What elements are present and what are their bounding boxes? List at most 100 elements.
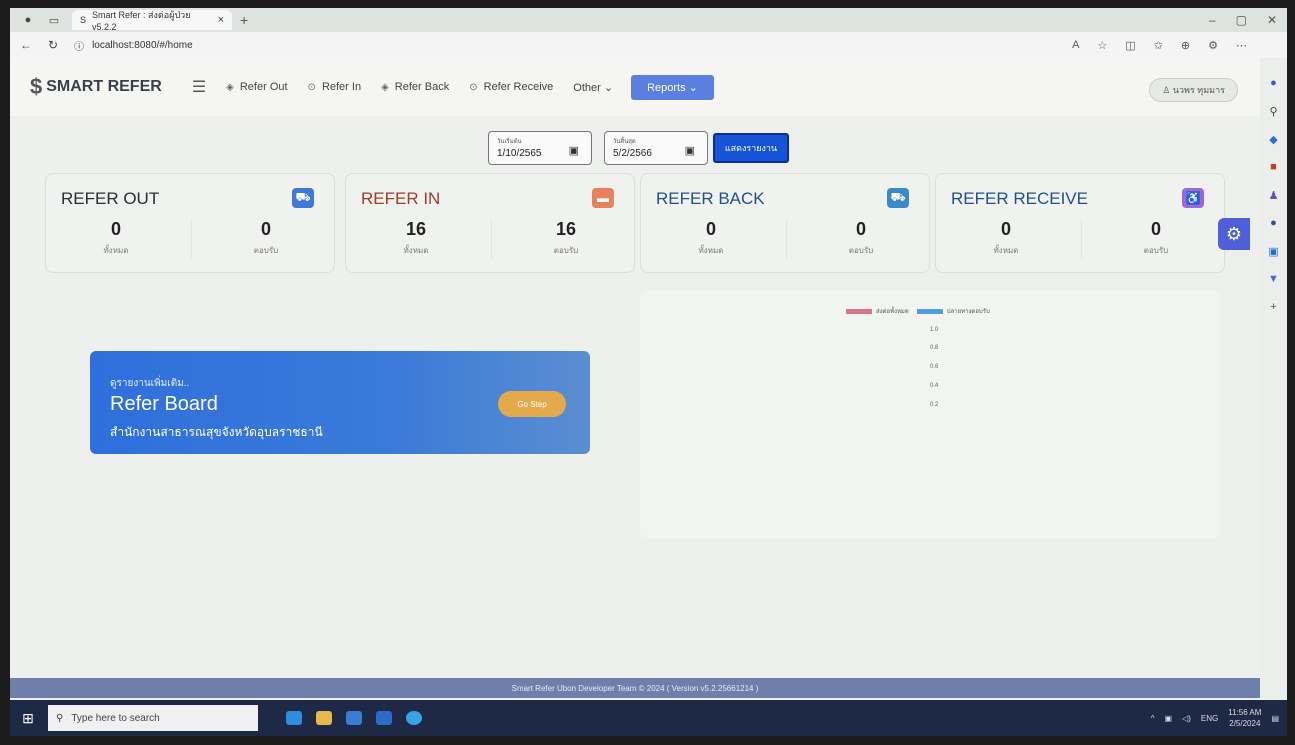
chevron-up-icon[interactable]: ^ [1151, 714, 1155, 723]
extensions-icon[interactable]: ⚙ [1208, 39, 1218, 52]
games-icon[interactable]: ♟ [1267, 188, 1281, 202]
back-icon[interactable]: ← [20, 38, 32, 52]
card-accepted: 0 [260, 219, 271, 239]
collections-icon[interactable]: ⊕ [1181, 39, 1190, 52]
profile-icon[interactable]: ● [20, 12, 36, 28]
card-total: 0 [1000, 219, 1011, 239]
nav-refer-back[interactable]: ◈ Refer Back [381, 81, 449, 93]
card-accepted: 16 [555, 219, 577, 239]
wheelchair-icon: ♿ [1182, 188, 1204, 208]
tab-close-icon[interactable]: × [218, 14, 224, 26]
nav-refer-receive[interactable]: ⊙ Refer Receive [469, 81, 553, 93]
tag-icon[interactable]: ◆ [1267, 132, 1281, 146]
bell-icon[interactable]: ● [1267, 76, 1281, 90]
card-title: REFER OUT [61, 189, 160, 208]
download-icon[interactable]: ▼ [1267, 272, 1281, 286]
card-refer-out[interactable]: REFER OUT ⛟ 0 ทั้งหมด 0 ตอบรับ [45, 173, 335, 273]
card-title: REFER RECEIVE [951, 189, 1088, 208]
card-title: REFER IN [361, 189, 441, 208]
add-icon[interactable]: + [1267, 300, 1281, 314]
calendar-icon[interactable]: ▣ [569, 144, 579, 157]
user-menu[interactable]: ♙ นวพร ทุมมาร [1149, 78, 1238, 102]
close-window-button[interactable]: ✕ [1267, 13, 1277, 27]
brand-logo[interactable]: $ SMART REFER [30, 74, 162, 100]
refresh-icon[interactable]: ↻ [48, 38, 58, 52]
go-step-button[interactable]: Go Step [498, 391, 566, 417]
minimize-button[interactable]: – [1209, 13, 1216, 27]
browser-sidebar: ● ⚲ ◆ ■ ♟ ● ▣ ▼ + [1260, 58, 1287, 698]
card-refer-in[interactable]: REFER IN ▬ 16 ทั้งหมด 16 ตอบรับ [345, 173, 635, 273]
calendar-icon[interactable]: ▣ [685, 144, 695, 157]
card-total: 0 [705, 219, 716, 239]
card-total: 0 [110, 219, 121, 239]
clock-time: 11:56 AM [1228, 708, 1262, 717]
network-icon[interactable]: ▣ [1164, 714, 1172, 723]
system-tray: ^ ▣ ◁) ENG 11:56 AM 2/5/2024 ▤ [1151, 707, 1287, 729]
favorite-star-icon[interactable]: ☆ [1097, 39, 1107, 52]
edge-icon[interactable] [286, 711, 302, 725]
window-controls: – ▢ ✕ [1209, 13, 1287, 27]
office-icon[interactable]: ● [1267, 216, 1281, 230]
search-icon[interactable]: ⚲ [1267, 104, 1281, 118]
briefcase-icon[interactable]: ■ [1267, 160, 1281, 174]
circle-arrow-icon: ⊙ [307, 81, 316, 93]
start-date-field[interactable]: วันเริ่มต้น 1/10/2565 ▣ [488, 131, 592, 165]
mail-icon[interactable] [376, 711, 392, 725]
browser-tab-bar: ● ▭ S Smart Refer : ส่งต่อผู้ป่วย v5.2.2… [10, 8, 1287, 32]
nav-label: Refer Receive [483, 81, 554, 93]
reports-dropdown-button[interactable]: Reports ⌄ [631, 74, 714, 100]
favorites-icon[interactable]: ✩ [1154, 39, 1163, 52]
app-footer: Smart Refer Ubon Developer Team © 2024 (… [10, 678, 1260, 698]
nav-refer-out[interactable]: ◈ Refer Out [226, 81, 287, 93]
browser-tab[interactable]: S Smart Refer : ส่งต่อผู้ป่วย v5.2.2 × [72, 10, 232, 32]
nav-refer-in[interactable]: ⊙ Refer In [308, 81, 362, 93]
url-field[interactable]: ⓘ localhost:8080/#/home [74, 38, 193, 53]
user-name: นวพร ทุมมาร [1172, 85, 1225, 95]
card-total-label: ทั้งหมด [993, 246, 1019, 255]
card-total-label: ทั้งหมด [403, 246, 429, 255]
outlook-icon[interactable]: ▣ [1267, 244, 1281, 258]
app-header: $ SMART REFER ☰ ◈ Refer Out ⊙ Refer In ◈… [10, 58, 1260, 116]
show-report-button[interactable]: แสดงรายงาน [713, 133, 789, 163]
y-tick-label: 0.6 [930, 364, 939, 370]
search-icon: ⚲ [56, 712, 64, 724]
card-divider [1081, 219, 1082, 259]
taskbar-apps [286, 711, 422, 725]
card-accepted-label: ตอบรับ [1143, 246, 1169, 255]
nav-label: Refer Out [239, 81, 288, 93]
new-tab-button[interactable]: + [240, 12, 248, 28]
file-explorer-icon[interactable] [316, 711, 332, 725]
legend-swatch-accepted [916, 308, 943, 314]
card-refer-back[interactable]: REFER BACK ⛟ 0 ทั้งหมด 0 ตอบรับ [640, 173, 930, 273]
language-indicator[interactable]: ENG [1201, 714, 1218, 723]
end-date-field[interactable]: วันสิ้นสุด 5/2/2566 ▣ [604, 131, 708, 165]
restore-button[interactable]: ▢ [1236, 13, 1247, 27]
more-menu-icon[interactable]: ⋯ [1236, 39, 1247, 52]
store-icon[interactable] [346, 711, 362, 725]
windows-start-icon[interactable]: ⊞ [10, 710, 46, 727]
read-aloud-icon[interactable]: A [1072, 39, 1079, 52]
hamburger-menu-icon[interactable]: ☰ [192, 77, 206, 97]
edge-dev-icon[interactable] [406, 711, 422, 725]
nav-label: Other ⌄ [573, 81, 614, 94]
card-refer-receive[interactable]: REFER RECEIVE ♿ 0 ทั้งหมด 0 ตอบรับ [935, 173, 1225, 273]
card-total-label: ทั้งหมด [698, 246, 724, 255]
card-accepted-label: ตอบรับ [553, 246, 579, 255]
info-icon[interactable]: ⓘ [74, 38, 84, 53]
speaker-icon[interactable]: ◁) [1182, 714, 1191, 723]
settings-gear-button[interactable]: ⚙ [1218, 218, 1250, 250]
tab-actions-icon[interactable]: ▭ [46, 12, 62, 28]
notification-icon[interactable]: ▤ [1271, 714, 1279, 723]
clock[interactable]: 11:56 AM 2/5/2024 [1228, 707, 1261, 729]
card-accepted: 0 [855, 219, 866, 239]
legend-label-total: ส่งต่อทั้งหมด [876, 309, 909, 315]
taskbar-search[interactable]: ⚲ Type here to search [48, 705, 258, 731]
nav-other-dropdown[interactable]: Other ⌄ [573, 81, 613, 94]
medical-van-icon: ⛟ [887, 188, 909, 208]
diamond-arrow-icon: ◈ [381, 81, 389, 93]
split-screen-icon[interactable]: ◫ [1125, 39, 1135, 52]
diamond-arrow-icon: ◈ [226, 81, 234, 93]
card-total-label: ทั้งหมด [103, 246, 129, 255]
tab-title: Smart Refer : ส่งต่อผู้ป่วย v5.2.2 [92, 10, 191, 32]
y-tick-label: 0.8 [930, 345, 939, 351]
